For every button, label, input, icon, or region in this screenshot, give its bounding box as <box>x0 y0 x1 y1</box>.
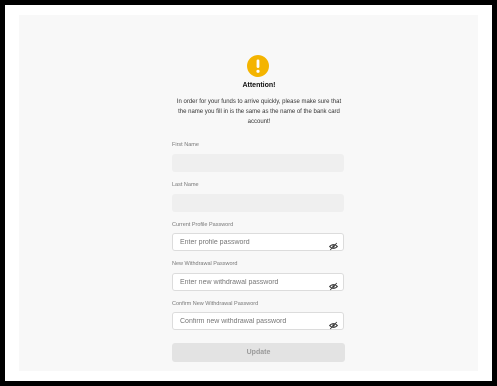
last-name-input[interactable] <box>172 194 344 212</box>
new-password-input[interactable] <box>173 274 343 290</box>
current-password-label: Current Profile Password <box>172 222 234 228</box>
new-password-field[interactable] <box>172 273 344 291</box>
alert-message: In order for your funds to arrive quickl… <box>176 99 342 125</box>
alert-title: Attention! <box>242 82 276 89</box>
update-button[interactable]: Update <box>172 343 345 362</box>
current-password-input[interactable] <box>173 234 343 250</box>
eye-off-icon[interactable] <box>328 238 339 251</box>
confirm-password-input[interactable] <box>173 313 343 329</box>
first-name-label: First Name <box>172 142 199 148</box>
confirm-password-label: Confirm New Withdrawal Password <box>172 301 259 307</box>
first-name-field[interactable] <box>172 154 344 172</box>
first-name-input[interactable] <box>172 154 344 172</box>
last-name-label: Last Name <box>172 182 199 188</box>
confirm-password-field[interactable] <box>172 312 344 330</box>
eye-off-icon[interactable] <box>328 317 339 330</box>
form-panel: Attention! In order for your funds to ar… <box>19 15 478 371</box>
new-password-label: New Withdrawal Password <box>172 261 238 267</box>
window-frame: Attention! In order for your funds to ar… <box>5 5 492 381</box>
exclamation-circle-icon <box>247 55 269 77</box>
current-password-field[interactable] <box>172 233 344 251</box>
last-name-field[interactable] <box>172 194 344 212</box>
eye-off-icon[interactable] <box>328 278 339 291</box>
